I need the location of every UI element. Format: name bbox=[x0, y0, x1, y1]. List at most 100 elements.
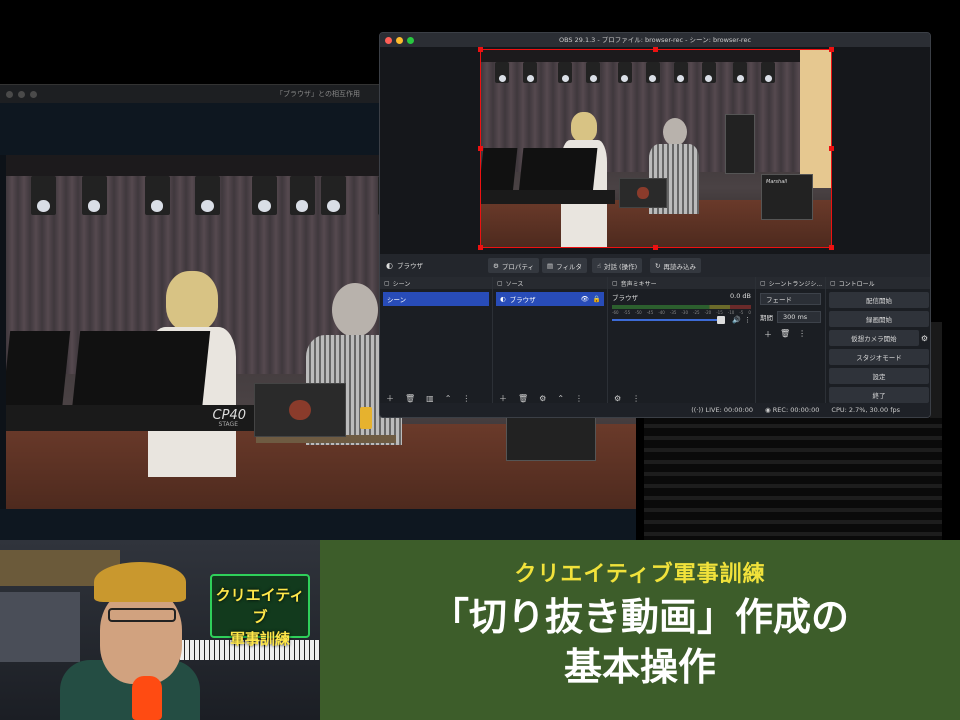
more-icon[interactable]: ⋮ bbox=[575, 394, 583, 403]
volume-row: 🔊 ⋮ bbox=[608, 316, 755, 324]
resize-handle[interactable] bbox=[653, 245, 658, 250]
duration-input[interactable]: 300 ms bbox=[777, 311, 821, 323]
add-icon[interactable]: ＋ bbox=[499, 393, 507, 404]
resize-handle[interactable] bbox=[653, 47, 658, 52]
speaker-icon[interactable]: 🔊 bbox=[732, 316, 741, 324]
performer-2-head bbox=[663, 118, 687, 146]
spotlight bbox=[558, 61, 572, 84]
side-wall bbox=[799, 50, 831, 188]
more-icon[interactable]: ⋮ bbox=[744, 316, 751, 324]
transition-actions: ＋ 🗑 ⋮ bbox=[756, 325, 825, 344]
meter-tick: -10 bbox=[727, 310, 735, 315]
amp-brand: Marshall bbox=[766, 179, 788, 185]
laptop bbox=[619, 178, 667, 208]
meter-tick: -15 bbox=[716, 310, 723, 315]
lock-icon[interactable]: 🔒 bbox=[593, 295, 601, 303]
mixer-header: ▢ 音声ミキサー bbox=[608, 277, 755, 289]
sources-header: ▢ ソース bbox=[493, 277, 607, 289]
beer-glass bbox=[360, 407, 372, 429]
exit-button[interactable]: 終了 bbox=[829, 387, 929, 403]
resize-handle[interactable] bbox=[829, 245, 834, 250]
start-recording-label: 録画開始 bbox=[866, 316, 892, 324]
trash-icon[interactable]: 🗑 bbox=[405, 394, 415, 403]
obs-titlebar[interactable]: OBS 29.1.3 - プロファイル: browser-rec - シーン: … bbox=[380, 33, 930, 47]
start-streaming-button[interactable]: 配信開始 bbox=[829, 292, 929, 308]
spotlight bbox=[761, 61, 775, 84]
start-recording-button[interactable]: 録画開始 bbox=[829, 311, 929, 327]
source-item[interactable]: ◐ ブラウザ 👁 🔒 bbox=[496, 292, 604, 306]
reload-button[interactable]: ↻ 再読み込み bbox=[650, 258, 701, 273]
performer-1-head bbox=[166, 271, 218, 331]
meter-tick: -60 bbox=[612, 310, 619, 315]
transitions-dock: ▢ シーントランジシ... フェード 期間 300 ms ＋ 🗑 ⋮ bbox=[756, 277, 826, 405]
resize-handle[interactable] bbox=[829, 47, 834, 52]
globe-icon: ◐ bbox=[500, 295, 506, 303]
gear-icon[interactable]: ⚙ bbox=[539, 394, 546, 403]
meter-tick: -40 bbox=[658, 310, 665, 315]
microphone bbox=[132, 676, 162, 720]
properties-button[interactable]: ⚙ プロパティ bbox=[488, 258, 539, 273]
up-arrow-icon[interactable]: ⌃ bbox=[557, 394, 564, 403]
start-virtual-camera-button[interactable]: 仮想カメラ開始 bbox=[829, 330, 919, 346]
transition-select[interactable]: フェード bbox=[760, 293, 821, 305]
live-time: LIVE: 00:00:00 bbox=[705, 406, 754, 414]
up-arrow-icon[interactable]: ⌃ bbox=[445, 394, 452, 403]
transitions-header: ▢ シーントランジシ... bbox=[756, 277, 825, 289]
resize-handle[interactable] bbox=[478, 146, 483, 151]
music-stand bbox=[71, 331, 211, 411]
trash-icon[interactable]: 🗑 bbox=[780, 329, 790, 340]
reload-label: 再読み込み bbox=[663, 262, 696, 271]
resize-handle[interactable] bbox=[829, 146, 834, 151]
gear-icon[interactable]: ⚙ bbox=[614, 394, 621, 403]
interact-button[interactable]: ☝ 対話 (操作) bbox=[592, 258, 643, 273]
amplifier: Marshall bbox=[761, 174, 813, 220]
start-streaming-label: 配信開始 bbox=[866, 297, 892, 305]
reload-icon: ↻ bbox=[655, 261, 661, 270]
more-icon[interactable]: ⋮ bbox=[632, 394, 640, 403]
scene-item[interactable]: シーン bbox=[383, 292, 489, 306]
filters-button[interactable]: ▤ フィルタ bbox=[542, 258, 588, 273]
laptop bbox=[254, 383, 346, 437]
duration-row: 期間 300 ms bbox=[756, 309, 825, 325]
controls-header: ▢ コントロール bbox=[826, 277, 930, 289]
preview-source-frame[interactable]: Marshall bbox=[478, 47, 834, 250]
trash-icon[interactable]: 🗑 bbox=[518, 394, 528, 403]
meter-tick: -30 bbox=[681, 310, 689, 315]
mixer-title: 音声ミキサー bbox=[620, 280, 657, 288]
live-status: ((·)) LIVE: 00:00:00 bbox=[691, 406, 753, 414]
meter-tick: 0 bbox=[748, 310, 751, 315]
more-icon[interactable]: ⋮ bbox=[462, 394, 470, 403]
studio-mode-label: スタジオモード bbox=[856, 354, 902, 362]
source-item-label: ブラウザ bbox=[509, 296, 536, 304]
add-icon[interactable]: ＋ bbox=[386, 393, 394, 404]
mixer-level: 0.0 dB bbox=[730, 292, 751, 300]
spotlight bbox=[495, 61, 509, 84]
gear-icon[interactable]: ⚙ bbox=[921, 334, 928, 343]
scenes-header: ▢ シーン bbox=[380, 277, 492, 289]
meter-tick: -50 bbox=[635, 310, 642, 315]
spotlight bbox=[673, 61, 688, 84]
sources-dock: ▢ ソース ◐ ブラウザ 👁 🔒 ＋ 🗑 ⚙ ⌃ ⋮ bbox=[493, 277, 608, 405]
more-icon[interactable]: ⋮ bbox=[798, 329, 806, 340]
meter-tick: -55 bbox=[623, 310, 631, 315]
audio-mixer-dock: ▢ 音声ミキサー ブラウザ 0.0 dB -60 -55 -50 -45 -40 -35-… bbox=[608, 277, 756, 405]
settings-button[interactable]: 設定 bbox=[829, 368, 929, 384]
synth-rack bbox=[0, 592, 80, 662]
spotlight bbox=[701, 61, 716, 84]
spotlight bbox=[733, 61, 747, 84]
volume-slider[interactable] bbox=[612, 316, 726, 324]
obs-window: OBS 29.1.3 - プロファイル: browser-rec - シーン: … bbox=[379, 32, 931, 418]
studio-mode-button[interactable]: スタジオモード bbox=[829, 349, 929, 365]
filter-icon[interactable]: ▥ bbox=[426, 394, 434, 403]
eye-icon[interactable]: 👁 bbox=[581, 295, 589, 303]
resize-handle[interactable] bbox=[478, 47, 483, 52]
preview-area[interactable]: Marshall bbox=[380, 47, 930, 254]
scenes-title: シーン bbox=[392, 280, 411, 288]
banner-subtitle: クリエイティブ軍事訓練 bbox=[514, 561, 766, 587]
dock-icon: ▢ bbox=[384, 279, 390, 287]
add-icon[interactable]: ＋ bbox=[764, 329, 772, 340]
interact-label: 対話 (操作) bbox=[603, 262, 638, 271]
resize-handle[interactable] bbox=[478, 245, 483, 250]
scene-item-label: シーン bbox=[387, 296, 407, 304]
gear-icon: ⚙ bbox=[493, 261, 499, 270]
